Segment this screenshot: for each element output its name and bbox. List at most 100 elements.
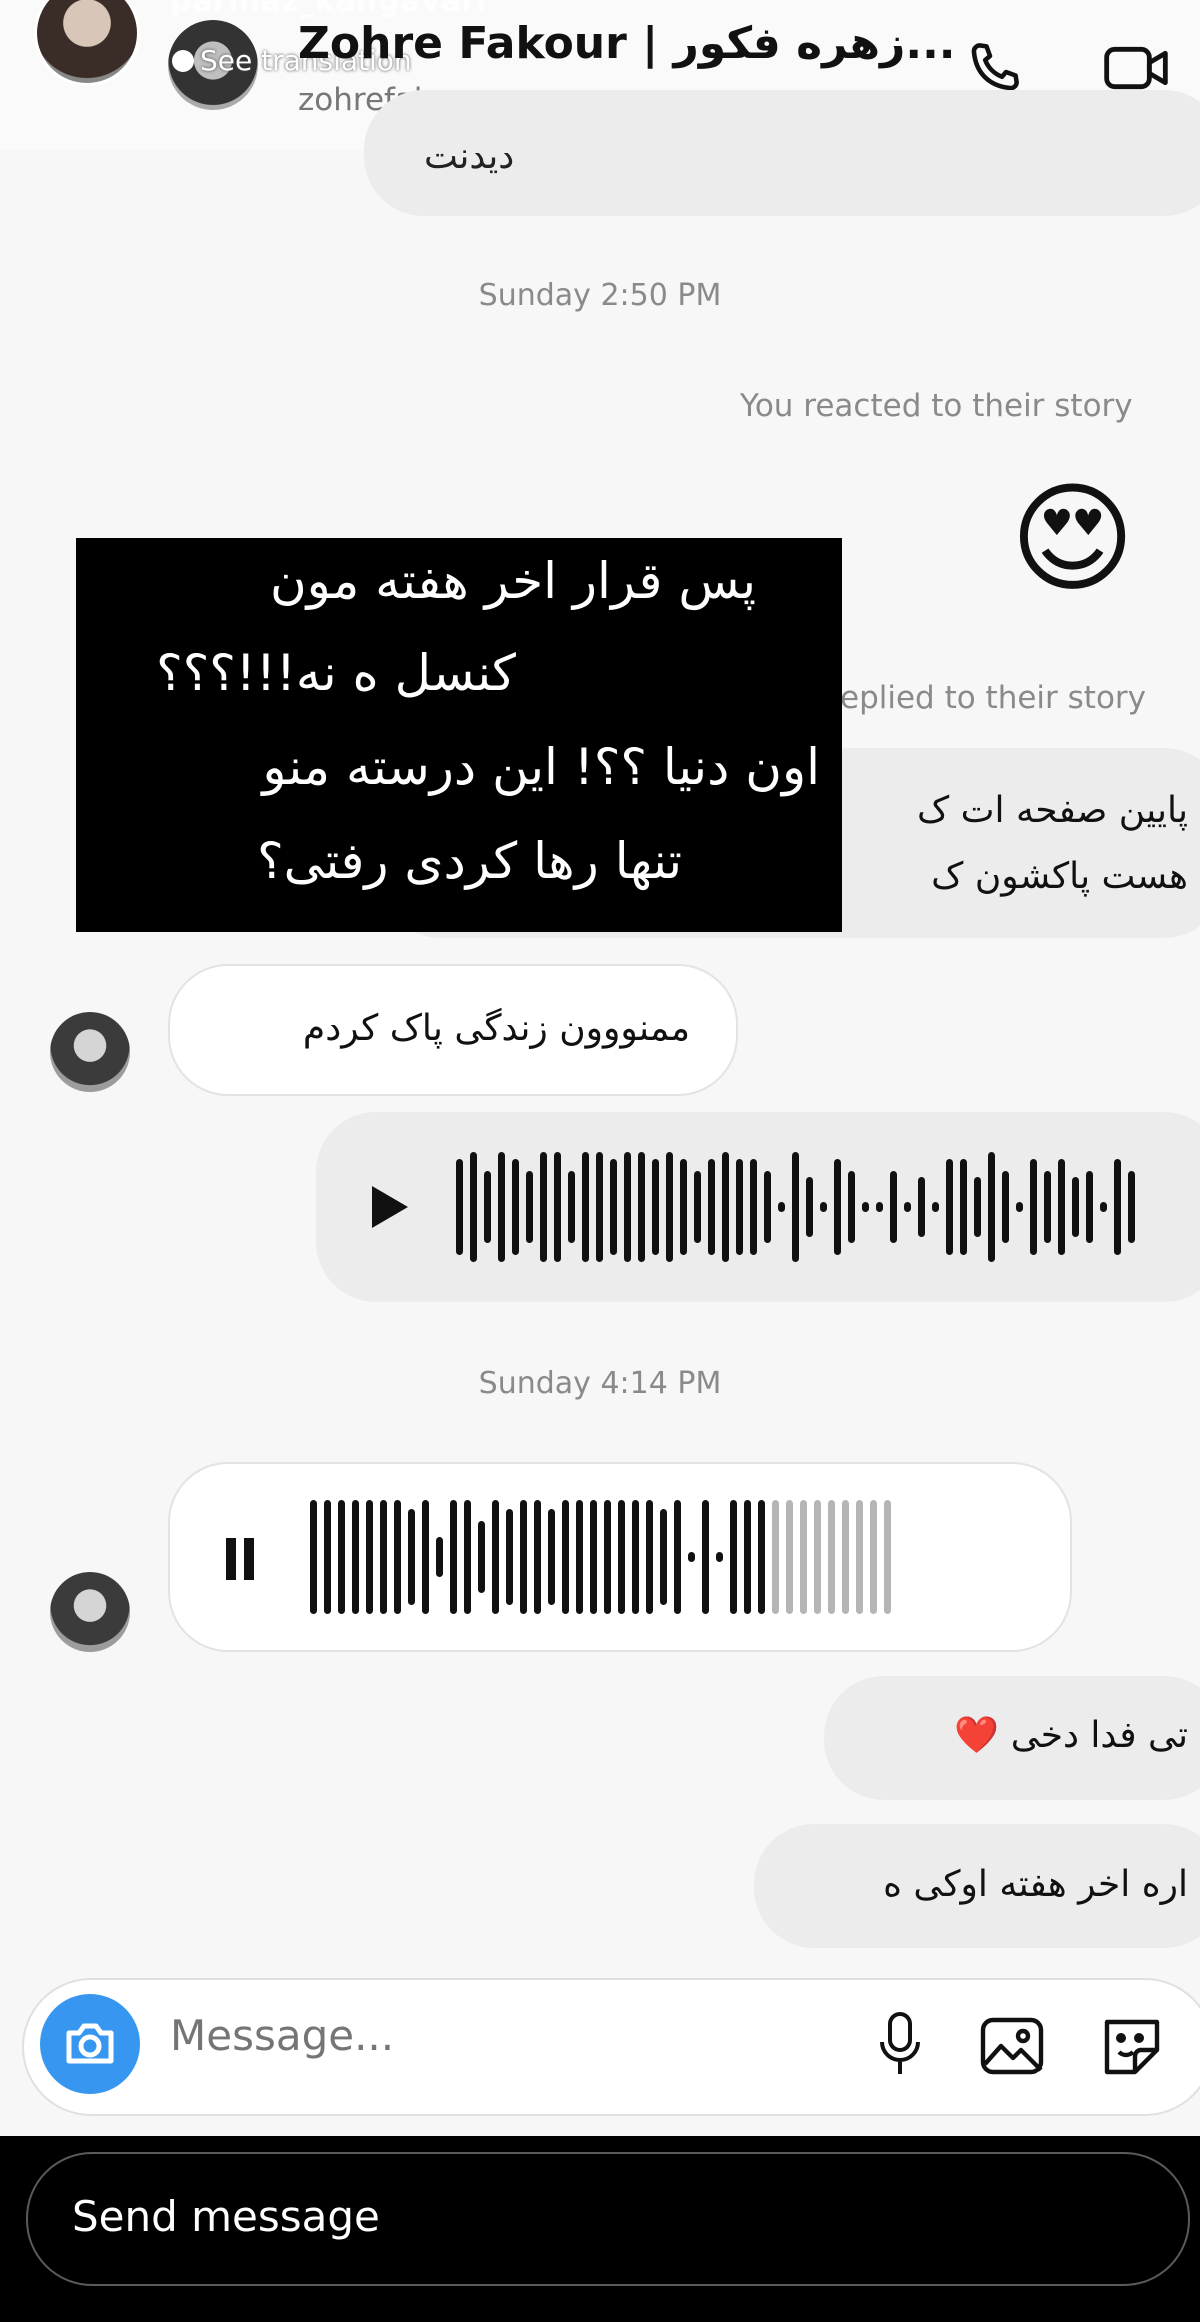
waveform-bar <box>918 1177 925 1237</box>
waveform-bar <box>814 1500 821 1614</box>
waveform-bar <box>520 1500 527 1614</box>
waveform-bar <box>904 1202 911 1212</box>
waveform-bar <box>688 1552 695 1562</box>
translation-dot-icon <box>172 50 194 72</box>
timestamp: Sunday 4:14 PM <box>478 1366 722 1401</box>
waveform-bar <box>856 1500 863 1614</box>
message-text: هست پاکشون ک <box>931 856 1188 897</box>
waveform-bar <box>506 1509 513 1605</box>
waveform-bar <box>772 1500 779 1614</box>
waveform-bar <box>498 1152 505 1262</box>
waveform-bar <box>540 1152 547 1262</box>
waveform-bar <box>618 1500 625 1614</box>
sender-avatar[interactable] <box>50 1012 130 1092</box>
waveform-bar <box>1044 1171 1051 1243</box>
waveform-bar <box>828 1500 835 1614</box>
timestamp: Sunday 2:50 PM <box>478 278 722 313</box>
waveform-bar <box>694 1171 701 1243</box>
waveform-bar <box>842 1500 849 1614</box>
heart-eyes-emoji[interactable]: 😍 <box>1010 480 1135 600</box>
waveform-bar <box>596 1152 603 1262</box>
waveform-bar <box>758 1500 765 1614</box>
voice-message-outgoing[interactable] <box>316 1112 1200 1302</box>
waveform-bar <box>576 1500 583 1614</box>
waveform-bar <box>722 1152 729 1262</box>
sticker-icon[interactable] <box>1096 2010 1168 2082</box>
waveform-bar <box>1002 1171 1009 1243</box>
waveform-bar <box>464 1500 471 1614</box>
message-bubble-outgoing[interactable]: دیدنت <box>364 90 1200 216</box>
waveform-bar <box>554 1152 561 1262</box>
waveform-bar <box>590 1500 597 1614</box>
camera-icon[interactable] <box>40 1994 140 2094</box>
waveform-bar <box>834 1159 841 1255</box>
waveform-bar <box>946 1159 953 1255</box>
waveform-bar <box>870 1500 877 1614</box>
waveform-bar <box>394 1500 401 1614</box>
waveform-bar <box>338 1500 345 1614</box>
sender-avatar[interactable] <box>50 1572 130 1652</box>
waveform-bar <box>582 1152 589 1262</box>
chat-title[interactable]: Zohre Fakour | زهره فکور... <box>298 18 956 69</box>
waveform-bar <box>806 1177 813 1237</box>
waveform-bar <box>484 1171 491 1243</box>
waveform-bar <box>492 1500 499 1614</box>
waveform-bar <box>632 1500 639 1614</box>
story-username: parinaz_kangavari <box>170 0 488 19</box>
caption-line: تنها رها کردی رفتی؟ <box>257 832 682 890</box>
waveform-bar <box>646 1500 653 1614</box>
waveform-bar <box>470 1152 477 1262</box>
microphone-icon[interactable] <box>864 2008 936 2080</box>
waveform-bar <box>534 1500 541 1614</box>
message-text: ممنووون زندگی پاک کردم <box>302 1008 690 1049</box>
waveform-bar <box>660 1509 667 1605</box>
waveform-bar <box>800 1500 807 1614</box>
waveform-bar <box>884 1500 891 1614</box>
waveform-bar <box>680 1159 687 1255</box>
message-bubble-outgoing[interactable]: تی فدا دخی ❤️ <box>824 1676 1200 1800</box>
waveform-bar <box>638 1152 645 1262</box>
waveform-bar <box>702 1500 709 1614</box>
waveform-bar <box>960 1159 967 1255</box>
waveform-bar <box>666 1152 673 1262</box>
waveform-bar <box>562 1500 569 1614</box>
waveform-bar <box>380 1500 387 1614</box>
waveform-bar <box>708 1159 715 1255</box>
play-icon[interactable] <box>368 1182 412 1236</box>
pause-icon[interactable] <box>224 1536 256 1586</box>
message-text: تی فدا دخی ❤️ <box>954 1715 1188 1756</box>
message-input[interactable] <box>168 2010 672 2061</box>
waveform-bar <box>310 1500 317 1614</box>
voice-waveform[interactable] <box>456 1152 1135 1262</box>
gallery-icon[interactable] <box>976 2010 1048 2082</box>
voice-waveform[interactable] <box>310 1500 891 1614</box>
waveform-bar <box>820 1202 827 1212</box>
waveform-bar <box>744 1500 751 1614</box>
waveform-bar <box>862 1202 869 1212</box>
waveform-bar <box>526 1171 533 1243</box>
waveform-bar <box>1100 1202 1107 1212</box>
waveform-bar <box>324 1500 331 1614</box>
waveform-bar <box>932 1202 939 1212</box>
waveform-bar <box>408 1509 415 1605</box>
message-text: اره اخر هفته اوکی ه <box>883 1864 1188 1905</box>
waveform-bar <box>366 1500 373 1614</box>
waveform-bar <box>1030 1159 1037 1255</box>
story-caption-overlay: پس قرار اخر هفته مون کنسل ه نه!!!؟؟؟ اون… <box>76 538 842 932</box>
waveform-bar <box>1114 1159 1121 1255</box>
voice-message-incoming[interactable] <box>168 1462 1072 1652</box>
message-bubble-incoming[interactable]: ممنووون زندگی پاک کردم <box>168 964 738 1096</box>
waveform-bar <box>786 1500 793 1614</box>
message-text: پایین صفحه ات ک <box>916 790 1188 831</box>
waveform-bar <box>848 1171 855 1243</box>
message-bubble-outgoing[interactable]: اره اخر هفته اوکی ه <box>754 1824 1200 1948</box>
waveform-bar <box>610 1159 617 1255</box>
caption-line: اون دنیا ؟؟! این درسته منو <box>262 738 820 796</box>
caption-line: پس قرار اخر هفته مون <box>269 552 756 610</box>
waveform-bar <box>1058 1159 1065 1255</box>
waveform-bar <box>548 1509 555 1605</box>
waveform-bar <box>876 1202 883 1212</box>
waveform-bar <box>1128 1171 1135 1243</box>
waveform-bar <box>604 1500 611 1614</box>
waveform-bar <box>730 1500 737 1614</box>
